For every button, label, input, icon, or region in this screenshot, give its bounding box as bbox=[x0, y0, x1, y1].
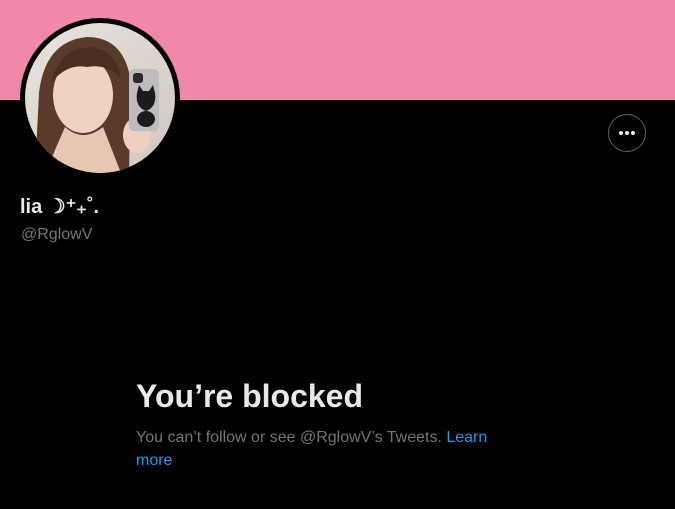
profile-handle: @RglowV bbox=[21, 226, 93, 243]
blocked-description-text: You can’t follow or see @RglowV’s Tweets… bbox=[136, 429, 442, 446]
more-options-button[interactable] bbox=[608, 114, 646, 152]
blocked-description: You can’t follow or see @RglowV’s Tweets… bbox=[136, 426, 528, 472]
more-horizontal-icon bbox=[619, 131, 635, 135]
avatar-photo-icon bbox=[25, 23, 175, 173]
profile-page: lia ☽⁺₊˚. @RglowV You’re blocked You can… bbox=[0, 0, 675, 509]
avatar[interactable] bbox=[20, 18, 180, 178]
blocked-title: You’re blocked bbox=[136, 378, 364, 414]
profile-display-name: lia ☽⁺₊˚. bbox=[20, 196, 100, 218]
